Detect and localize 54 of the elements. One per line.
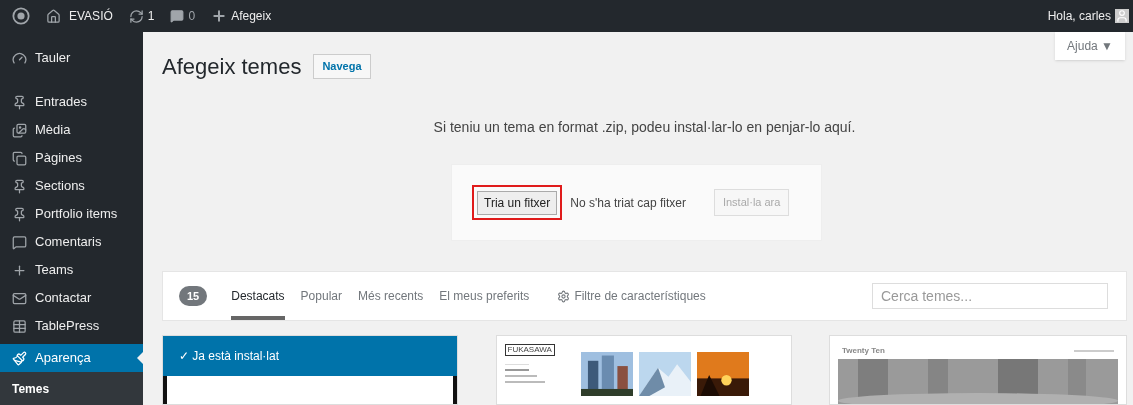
theme-card[interactable]: FUKASAWA bbox=[495, 335, 792, 405]
sidebar-item[interactable]: Comentaris bbox=[0, 228, 143, 256]
theme-card[interactable]: Twenty Ten bbox=[829, 335, 1127, 405]
account-link[interactable]: Hola, carles bbox=[1047, 7, 1129, 25]
table-icon bbox=[12, 318, 27, 334]
paintbrush-icon bbox=[12, 350, 27, 366]
settings-icon bbox=[557, 289, 571, 303]
upload-instructions: Si teniu un tema en format .zip, podeu instal·lar-lo en penjar-lo aquí. bbox=[432, 118, 857, 137]
submenu-item[interactable]: Temes bbox=[0, 376, 143, 402]
refresh-icon bbox=[128, 8, 144, 24]
current-arrow-icon bbox=[137, 352, 143, 364]
pages-icon bbox=[12, 150, 27, 166]
sidebar-item[interactable]: Aparença bbox=[0, 344, 143, 372]
search-field[interactable]: Cerca temes... bbox=[872, 283, 1108, 309]
page-title: Afegeix temes bbox=[162, 53, 302, 81]
home-icon bbox=[46, 8, 61, 24]
mail-icon bbox=[12, 290, 27, 306]
help-tab[interactable]: Ajuda ▼ bbox=[1055, 32, 1125, 60]
comment-icon bbox=[170, 9, 185, 23]
install-button: Instal·la ara bbox=[713, 189, 790, 216]
sidebar-item[interactable]: Contactar bbox=[0, 284, 143, 312]
new-content-link[interactable]: Afegeix bbox=[211, 7, 272, 25]
feature-filter-link[interactable]: Filtre de característiques bbox=[557, 287, 706, 305]
filter-tab[interactable]: Més recents bbox=[358, 272, 424, 320]
browse-button[interactable]: Navega bbox=[313, 54, 371, 79]
plus-icon bbox=[12, 262, 27, 278]
file-status: No s'ha triat cap fitxer bbox=[570, 194, 686, 212]
theme-card[interactable]: ✓ Ja està instal·lat bbox=[162, 335, 458, 405]
filter-tab[interactable]: El meus preferits bbox=[439, 272, 530, 320]
sidebar-item[interactable]: Pàgines bbox=[0, 144, 143, 172]
theme-logo: FUKASAWA bbox=[504, 344, 555, 356]
sidebar-item[interactable]: TablePress bbox=[0, 312, 143, 340]
filter-tab[interactable]: Destacats bbox=[231, 272, 285, 320]
theme-count: 15 bbox=[179, 285, 208, 307]
avatar-icon bbox=[1115, 9, 1129, 23]
sidebar-item[interactable]: Mèdia bbox=[0, 116, 143, 144]
sidebar-item[interactable]: Portfolio items bbox=[0, 200, 143, 228]
choose-file-button[interactable]: Tria un fitxer bbox=[477, 191, 558, 215]
gauge-icon bbox=[12, 50, 27, 66]
comments-link[interactable]: 0 bbox=[170, 7, 196, 25]
sidebar-item[interactable]: Teams bbox=[0, 256, 143, 284]
sidebar-item[interactable]: Entrades bbox=[0, 88, 143, 116]
pin-icon bbox=[12, 178, 27, 194]
sidebar-item[interactable]: Tauler bbox=[0, 44, 143, 72]
site-name-link[interactable]: EVASIÓ bbox=[46, 7, 113, 25]
updates-link[interactable]: 1 bbox=[128, 7, 155, 25]
pin-icon bbox=[12, 206, 27, 222]
pin-icon bbox=[12, 94, 27, 110]
sidebar-item[interactable]: Sections bbox=[0, 172, 143, 200]
images-icon bbox=[12, 122, 27, 138]
comment-icon bbox=[12, 234, 27, 250]
installed-notice: ✓ Ja està instal·lat bbox=[163, 336, 457, 376]
filter-tab[interactable]: Popular bbox=[300, 272, 342, 320]
theme-site-title: Twenty Ten bbox=[842, 345, 885, 358]
